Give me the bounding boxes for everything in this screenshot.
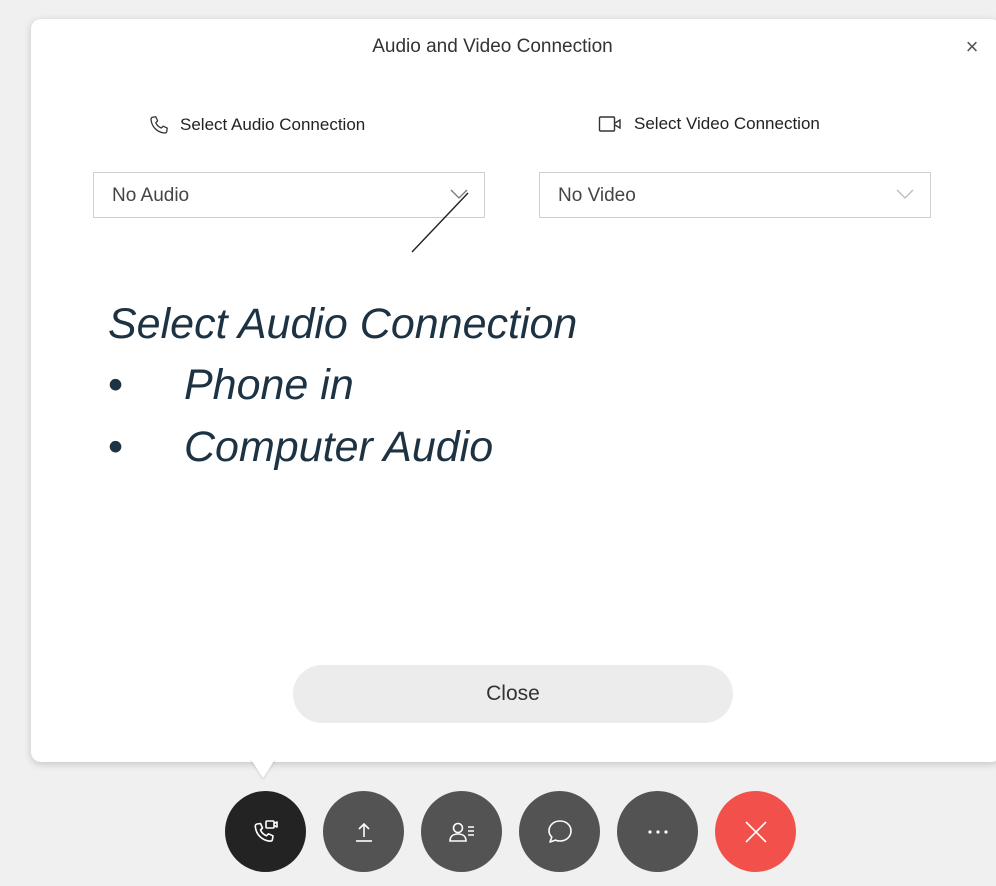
video-camera-icon — [598, 114, 624, 134]
close-icon[interactable]: × — [958, 36, 986, 60]
audio-video-connection-icon — [251, 817, 281, 847]
audio-section-label: Select Audio Connection — [148, 114, 365, 136]
video-section-label-text: Select Video Connection — [634, 114, 820, 133]
video-section-label: Select Video Connection — [598, 114, 820, 134]
participants-button[interactable] — [421, 791, 502, 872]
chevron-down-icon — [896, 187, 914, 205]
more-options-button[interactable] — [617, 791, 698, 872]
annotation-heading: Select Audio Connection — [108, 300, 578, 348]
chevron-down-icon — [450, 187, 468, 205]
chat-icon — [545, 817, 575, 847]
annotation-callout: Select Audio Connection • Phone in • Com… — [108, 294, 577, 478]
annotation-bullet-item: • Computer Audio — [108, 416, 577, 478]
audio-select-value: No Audio — [112, 185, 190, 206]
annotation-item-text: Phone in — [184, 361, 354, 409]
chat-button[interactable] — [519, 791, 600, 872]
annotation-item-text: Computer Audio — [184, 423, 494, 471]
audio-video-connection-button[interactable] — [225, 791, 306, 872]
bullet-icon: • — [108, 423, 124, 471]
video-select-value: No Video — [558, 185, 636, 206]
dialog-title: Audio and Video Connection — [372, 36, 613, 57]
share-icon — [351, 819, 377, 845]
audio-connection-select[interactable]: No Audio — [93, 172, 485, 218]
video-connection-select[interactable]: No Video — [539, 172, 931, 218]
dialog-pointer — [250, 758, 276, 778]
close-button[interactable]: Close — [293, 665, 733, 723]
bullet-icon: • — [108, 361, 124, 409]
meeting-toolbar — [225, 791, 796, 872]
more-icon — [645, 828, 671, 836]
audio-section-label-text: Select Audio Connection — [180, 115, 366, 134]
end-meeting-button[interactable] — [715, 791, 796, 872]
share-button[interactable] — [323, 791, 404, 872]
annotation-bullet-item: • Phone in — [108, 354, 577, 416]
phone-icon — [148, 114, 170, 136]
end-meeting-icon — [741, 817, 771, 847]
participants-icon — [447, 819, 477, 845]
